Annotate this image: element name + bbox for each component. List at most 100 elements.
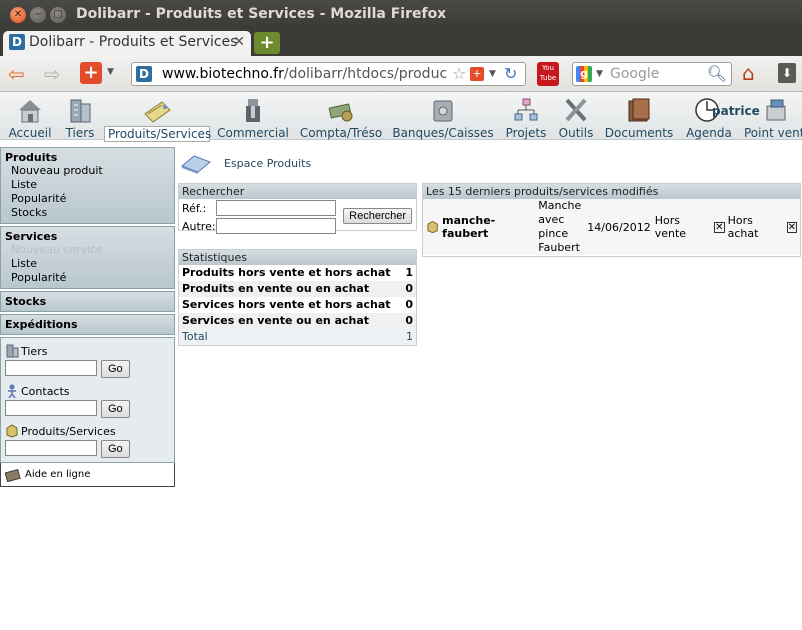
sidebar-item-stocks-produits[interactable]: Stocks	[5, 206, 170, 220]
stats-panel-title: Statistiques	[179, 250, 416, 265]
sidebar-item-liste-services[interactable]: Liste	[5, 257, 170, 271]
sidebar-item-popularite-services[interactable]: Popularité	[5, 271, 170, 285]
sidebar-services-title[interactable]: Services	[5, 230, 170, 243]
commercial-icon	[246, 99, 260, 122]
youtube-icon[interactable]: You Tube	[537, 62, 559, 86]
sidebar-item-nouveau-service: Nouveau service	[11, 243, 103, 256]
bank-icon	[433, 100, 453, 122]
back-button[interactable]: ⇦	[8, 64, 25, 84]
buy-status-off-icon: ✕	[786, 221, 797, 233]
stats-row-value: 0	[405, 282, 413, 295]
url-history-dropdown-icon[interactable]: ▼	[489, 69, 496, 79]
quicksearch-tiers-input[interactable]	[5, 360, 97, 376]
google-engine-icon[interactable]: g	[576, 66, 592, 82]
url-path: /dolibarr/htdocs/produc	[283, 66, 448, 82]
menu-point-vente[interactable]: Point vente	[744, 92, 802, 140]
stats-row-label: Services en vente ou en achat	[182, 314, 370, 327]
home-icon[interactable]: ⌂	[742, 62, 755, 84]
menu-outils[interactable]: Outils	[556, 92, 596, 140]
addon-plus-button[interactable]: +	[80, 62, 102, 84]
url-addon-icon[interactable]: +	[470, 67, 484, 81]
page-title-label: Espace Produits	[224, 156, 312, 170]
product-label-line: Manche	[538, 199, 582, 212]
page-content: Accueil Tiers Produits/Services Commerci…	[0, 92, 802, 630]
quicksearch-contacts-label: Contacts	[21, 384, 70, 398]
quicksearch-contacts-go-button[interactable]: Go	[101, 400, 130, 418]
stats-row-label: Produits en vente ou en achat	[182, 282, 370, 295]
search-box[interactable]: g ▼ Google 🔍︎	[572, 62, 732, 86]
products-icon	[144, 101, 171, 123]
sidebar-item-liste-produits[interactable]: Liste	[5, 178, 170, 192]
quicksearch-produits-go-button[interactable]: Go	[101, 440, 130, 458]
product-sale-status: Hors vente	[654, 214, 687, 240]
menu-commercial[interactable]: Commercial	[216, 92, 290, 140]
site-identity-icon[interactable]: D	[136, 66, 152, 82]
product-label-cell: Manche avec pince Faubert	[538, 199, 581, 255]
help-link[interactable]: Aide en ligne	[0, 463, 175, 487]
stats-total-value: 1	[406, 330, 413, 343]
search-magnifier-icon[interactable]: 🔍︎	[707, 64, 727, 83]
menu-accueil[interactable]: Accueil	[6, 92, 54, 140]
quicksearch-produits-label: Produits/Services	[21, 424, 116, 438]
autre-label: Autre:	[182, 219, 216, 233]
stats-total-label: Total	[182, 330, 208, 343]
tab-close-icon[interactable]: ✕	[233, 34, 245, 50]
stats-row[interactable]: Services hors vente et hors achat 0	[179, 297, 416, 313]
help-book-icon	[5, 468, 21, 482]
stats-row-label: Services hors vente et hors achat	[182, 298, 391, 311]
new-tab-button[interactable]: +	[254, 32, 280, 54]
sidebar-produits-block: Produits Nouveau produit Liste Popularit…	[0, 147, 175, 224]
window-close-button[interactable]: ✕	[10, 7, 26, 23]
url-text[interactable]: www.biotechno.fr/dolibarr/htdocs/produc	[162, 66, 450, 82]
menu-produits-services[interactable]: Produits/Services	[104, 92, 211, 142]
autre-input[interactable]	[216, 218, 336, 234]
window-maximize-button[interactable]: □	[50, 7, 66, 23]
sidebar-item-nouveau-produit[interactable]: Nouveau produit	[5, 164, 170, 178]
window-minimize-button[interactable]: −	[30, 7, 46, 23]
project-icon	[514, 98, 538, 121]
product-box-icon	[6, 424, 18, 438]
left-sidebar: Produits Nouveau produit Liste Popularit…	[0, 147, 175, 487]
search-panel-title: Rechercher	[179, 184, 416, 199]
reload-icon[interactable]: ↻	[504, 64, 517, 83]
url-host: www.biotechno.fr	[162, 66, 284, 82]
quicksearch-produits-input[interactable]	[5, 440, 97, 456]
addon-dropdown-icon[interactable]: ▼	[107, 67, 114, 77]
downloads-icon[interactable]: ⬇	[778, 63, 796, 83]
ref-input[interactable]	[216, 200, 336, 216]
contact-icon	[8, 384, 16, 398]
stats-row[interactable]: Produits en vente ou en achat 0	[179, 281, 416, 297]
documents-icon	[628, 98, 650, 122]
menu-projets[interactable]: Projets	[504, 92, 548, 140]
menu-compta-treso[interactable]: Compta/Tréso	[298, 92, 384, 140]
window-title: Dolibarr - Produits et Services - Mozill…	[76, 6, 447, 22]
navigation-bar: ⇦ ⇨ + ▼ D www.biotechno.fr/dolibarr/htdo…	[0, 56, 802, 92]
help-label: Aide en ligne	[25, 469, 91, 480]
url-bar[interactable]: D www.biotechno.fr/dolibarr/htdocs/produ…	[131, 62, 526, 86]
rechercher-button[interactable]: Rechercher	[343, 208, 412, 224]
menu-tiers[interactable]: Tiers	[62, 92, 98, 140]
quicksearch-contacts-input[interactable]	[5, 400, 97, 416]
stats-row[interactable]: Services en vente ou en achat 0	[179, 313, 416, 329]
product-ref-link[interactable]: manche-faubert	[442, 214, 535, 240]
menu-documents[interactable]: Documents	[604, 92, 674, 140]
search-engine-dropdown-icon[interactable]: ▼	[596, 69, 603, 79]
menu-banques-caisses[interactable]: Banques/Caisses	[392, 92, 494, 140]
building-icon	[6, 344, 19, 358]
browser-tab[interactable]: D Dolibarr - Produits et Services ✕	[3, 31, 251, 56]
sidebar-stocks-title[interactable]: Stocks	[5, 295, 170, 308]
quick-search-block: Tiers Go Contacts Go Produits/Services G…	[0, 337, 175, 463]
stats-row-label: Produits hors vente et hors achat	[182, 266, 391, 279]
product-box-icon	[427, 220, 438, 234]
search-input[interactable]: Google	[610, 66, 659, 82]
forward-button[interactable]: ⇨	[44, 64, 61, 84]
stats-row-value: 0	[405, 314, 413, 327]
bookmark-star-icon[interactable]: ☆	[452, 64, 466, 83]
pos-icon	[766, 99, 786, 121]
stats-row[interactable]: Produits hors vente et hors achat 1	[179, 265, 416, 281]
sidebar-produits-title[interactable]: Produits	[5, 151, 170, 164]
recent-panel-title: Les 15 derniers produits/services modifi…	[423, 184, 800, 199]
sidebar-item-popularite-produits[interactable]: Popularité	[5, 192, 170, 206]
sidebar-expeditions-title[interactable]: Expéditions	[5, 318, 170, 331]
quicksearch-tiers-go-button[interactable]: Go	[101, 360, 130, 378]
